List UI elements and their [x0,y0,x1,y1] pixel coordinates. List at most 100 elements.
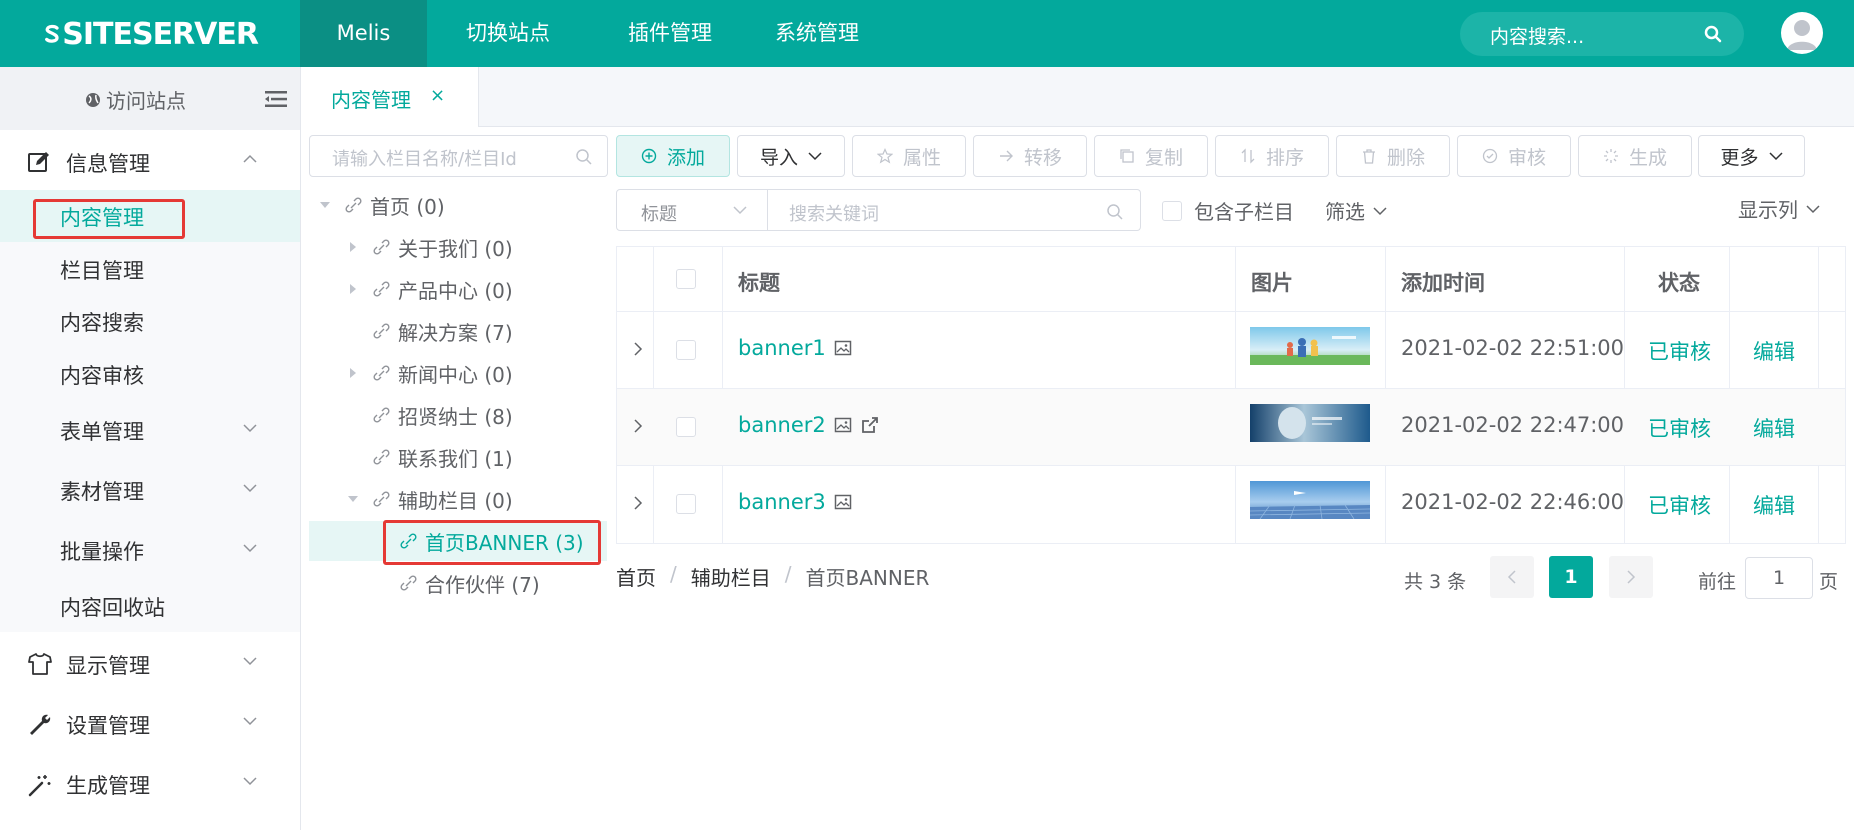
sort-icon [1241,148,1255,164]
row-edit-link[interactable]: 编辑 [1753,413,1795,443]
breadcrumb-aux[interactable]: 辅助栏目 [691,562,771,591]
tree-node-about[interactable]: 关于我们 (0) [346,227,513,267]
tab-content-management-label: 内容管理 [331,88,411,112]
attributes-button[interactable]: 属性 [852,135,966,177]
external-link-icon[interactable] [860,415,880,435]
sub-content-review[interactable]: 内容审核 [0,348,300,398]
caret-down-icon[interactable] [318,200,332,210]
nav-plugins[interactable]: 插件管理 [589,0,745,67]
tree-node-home[interactable]: 首页 (0) [318,185,445,225]
close-icon[interactable]: × [430,85,445,106]
tree-node-news[interactable]: 新闻中心 (0) [346,353,513,393]
nav-switch-site[interactable]: 切换站点 [427,0,589,67]
transfer-button[interactable]: 转移 [973,135,1087,177]
nav-melis[interactable]: Melis [300,0,427,67]
filter-label: 筛选 [1325,200,1365,224]
next-page-button[interactable] [1609,556,1653,598]
generate-button[interactable]: 生成 [1578,135,1692,177]
goto-label: 前往 [1698,571,1737,593]
tree-node-aux-label: 辅助栏目 (0) [398,488,513,513]
tree-node-solutions-label: 解决方案 (7) [398,320,513,345]
goto-page-input[interactable]: 1 [1745,557,1813,599]
image-icon [834,494,851,510]
tree-node-solutions[interactable]: 解决方案 (7) [370,311,513,351]
prev-page-button[interactable] [1490,556,1534,598]
caret-right-icon[interactable] [346,367,360,379]
copy-button[interactable]: 复制 [1094,135,1208,177]
chevron-right-icon[interactable] [633,342,643,356]
filter-dropdown[interactable]: 筛选 [1325,196,1387,225]
row-added-time: 2021-02-02 22:51:00 [1401,336,1625,360]
visit-site-label: 访问站点 [106,89,186,113]
tree-node-products[interactable]: 产品中心 (0) [346,269,513,309]
banner-thumbnail[interactable] [1250,481,1370,519]
search-icon[interactable] [1704,25,1722,43]
add-button[interactable]: 添加 [616,135,730,177]
row-title[interactable]: banner1 [738,336,852,360]
image-icon [834,417,851,433]
row-checkbox[interactable] [676,340,696,360]
tree-node-contact[interactable]: 联系我们 (1) [370,437,513,477]
add-button-label: 添加 [666,146,705,169]
tree-node-careers[interactable]: 招贤纳士 (8) [370,395,513,435]
table-row: banner2 2021-02-02 22:47:00 已审核 编辑 [617,389,1845,466]
sub-batch-operations-label: 批量操作 [60,540,144,564]
logo[interactable]: SITESERVER [44,14,259,54]
search-icon[interactable] [1106,203,1124,221]
visit-site-link[interactable]: 访问站点 [84,85,186,114]
banner-thumbnail[interactable] [1250,404,1370,442]
user-icon [1787,20,1817,50]
menu-settings-management[interactable]: 设置管理 [0,699,300,749]
menu-settings-management-label: 设置管理 [66,714,150,738]
page-number-current[interactable]: 1 [1549,556,1593,598]
chevron-right-icon[interactable] [633,419,643,433]
banner-thumbnail[interactable] [1250,327,1370,365]
check-circle-icon [1482,148,1498,164]
field-select[interactable]: 标题 [616,189,768,231]
include-subcolumns-checkbox[interactable]: 包含子栏目 [1162,196,1294,225]
row-title[interactable]: banner3 [738,490,852,514]
sub-content-search[interactable]: 内容搜索 [0,295,300,345]
star-icon [876,148,893,164]
breadcrumb-separator: / [784,562,792,586]
select-all-checkbox[interactable] [676,269,696,289]
breadcrumb-home[interactable]: 首页 [616,562,656,591]
chevron-right-icon[interactable] [633,496,643,510]
menu-info-management[interactable]: 信息管理 [0,137,300,187]
nav-system[interactable]: 系统管理 [745,0,889,67]
row-checkbox[interactable] [676,417,696,437]
delete-button[interactable]: 删除 [1336,135,1450,177]
tree-node-partners[interactable]: 合作伙伴 (7) [397,563,540,603]
caret-right-icon[interactable] [346,283,360,295]
highlight-box-home-banner [383,520,601,565]
menu-display-management[interactable]: 显示管理 [0,639,300,689]
caret-down-icon[interactable] [346,494,360,504]
columns-dropdown[interactable]: 显示列 [1738,194,1820,223]
import-button[interactable]: 导入 [737,135,845,177]
sub-recycle-bin[interactable]: 内容回收站 [0,580,300,630]
row-edit-link[interactable]: 编辑 [1753,336,1795,366]
row-edit-link[interactable]: 编辑 [1753,490,1795,520]
sub-material-management[interactable]: 素材管理 [0,464,300,514]
menu-generate-management[interactable]: 生成管理 [0,759,300,809]
collapse-menu-icon[interactable] [265,91,287,107]
sub-form-management[interactable]: 表单管理 [0,404,300,454]
user-avatar[interactable] [1781,12,1823,54]
sort-button[interactable]: 排序 [1215,135,1329,177]
sub-batch-operations[interactable]: 批量操作 [0,524,300,574]
sub-content-search-label: 内容搜索 [60,311,144,335]
row-title[interactable]: banner2 [738,413,880,437]
review-button[interactable]: 审核 [1457,135,1571,177]
caret-right-icon[interactable] [346,241,360,253]
keyword-input[interactable]: 搜索关键词 [767,189,1141,231]
tab-content-management[interactable]: 内容管理 × [301,67,479,127]
include-subcolumns-box[interactable] [1162,200,1182,221]
tree-search-input[interactable]: 请输入栏目名称/栏目Id [309,135,608,177]
loading-icon [1603,149,1618,163]
more-button[interactable]: 更多 [1698,135,1805,177]
tree-node-aux[interactable]: 辅助栏目 (0) [346,479,513,519]
sub-column-management[interactable]: 栏目管理 [0,243,300,293]
link-icon [373,323,390,339]
content-search[interactable]: 内容搜索... [1460,12,1744,56]
row-checkbox[interactable] [676,494,696,514]
